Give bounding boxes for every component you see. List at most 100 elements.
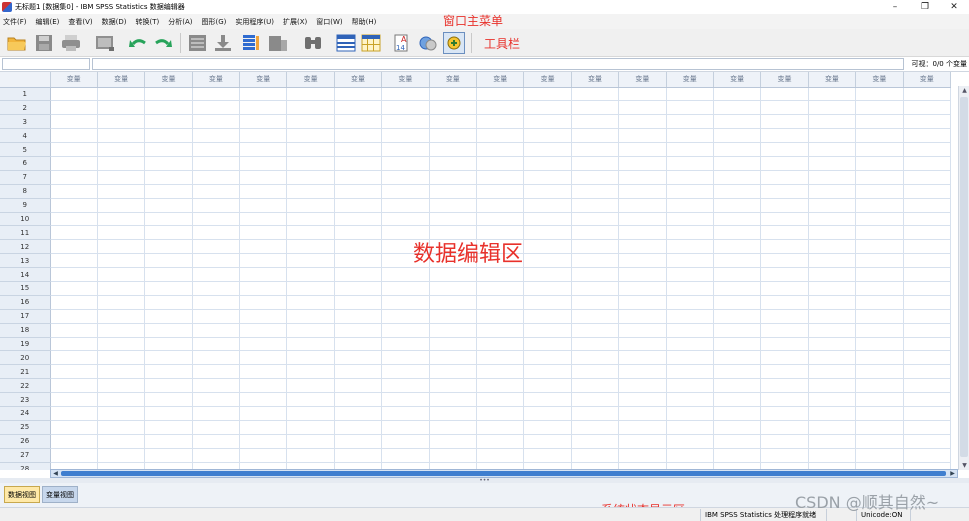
data-cell[interactable]	[855, 378, 904, 394]
data-cell[interactable]	[192, 281, 241, 296]
data-cell[interactable]	[239, 434, 288, 449]
data-cell[interactable]	[713, 378, 762, 394]
row-number[interactable]: 14	[0, 267, 51, 282]
column-header[interactable]: 变量	[571, 72, 620, 88]
data-cell[interactable]	[523, 350, 572, 366]
data-cell[interactable]	[381, 295, 430, 310]
data-cell[interactable]	[666, 212, 714, 227]
find-icon[interactable]	[302, 32, 324, 54]
data-cell[interactable]	[97, 448, 146, 463]
column-header[interactable]: 变量	[523, 72, 572, 88]
row-number[interactable]: 13	[0, 253, 51, 269]
data-cell[interactable]	[618, 364, 667, 380]
data-cell[interactable]	[713, 198, 762, 213]
data-cell[interactable]	[523, 337, 572, 352]
data-cell[interactable]	[476, 212, 525, 227]
data-cell[interactable]	[429, 114, 478, 130]
data-cell[interactable]	[381, 350, 430, 366]
data-cell[interactable]	[808, 100, 857, 116]
menu-view[interactable]: 查看(V)	[65, 17, 98, 27]
data-cell[interactable]	[50, 281, 98, 296]
data-cell[interactable]	[903, 420, 951, 435]
data-cell[interactable]	[855, 198, 904, 213]
data-cell[interactable]	[523, 378, 572, 394]
data-cell[interactable]	[523, 225, 572, 241]
data-cell[interactable]	[334, 364, 383, 380]
menu-file[interactable]: 文件(F)	[0, 17, 33, 27]
data-cell[interactable]	[476, 337, 525, 352]
data-cell[interactable]	[381, 184, 430, 199]
data-cell[interactable]	[713, 253, 762, 269]
data-cell[interactable]	[666, 100, 714, 116]
row-number[interactable]: 12	[0, 239, 51, 255]
data-cell[interactable]	[286, 378, 335, 394]
data-cell[interactable]	[381, 100, 430, 116]
data-cell[interactable]	[523, 128, 572, 144]
data-cell[interactable]	[50, 295, 98, 310]
data-cell[interactable]	[713, 350, 762, 366]
row-number[interactable]: 27	[0, 448, 51, 463]
data-cell[interactable]	[903, 87, 951, 102]
data-cell[interactable]	[239, 337, 288, 352]
data-cell[interactable]	[381, 156, 430, 171]
column-header[interactable]: 变量	[618, 72, 667, 88]
data-cell[interactable]	[666, 170, 714, 185]
data-cell[interactable]	[855, 434, 904, 449]
data-cell[interactable]	[903, 295, 951, 310]
data-cell[interactable]	[618, 184, 667, 199]
data-cell[interactable]	[666, 392, 714, 407]
data-cell[interactable]	[760, 267, 809, 282]
data-cell[interactable]	[808, 337, 857, 352]
data-cell[interactable]	[808, 281, 857, 296]
data-cell[interactable]	[903, 281, 951, 296]
scroll-up-arrow-icon[interactable]: ▲	[959, 86, 969, 95]
data-cell[interactable]	[192, 267, 241, 282]
data-cell[interactable]	[666, 337, 714, 352]
column-header[interactable]: 变量	[144, 72, 193, 88]
data-cell[interactable]	[571, 128, 620, 144]
data-cell[interactable]	[286, 87, 335, 102]
data-cell[interactable]	[429, 420, 478, 435]
data-cell[interactable]	[192, 100, 241, 116]
data-cell[interactable]	[192, 253, 241, 269]
data-cell[interactable]	[903, 212, 951, 227]
data-cell[interactable]	[523, 198, 572, 213]
data-cell[interactable]	[476, 378, 525, 394]
row-number[interactable]: 25	[0, 420, 51, 435]
data-cell[interactable]	[144, 378, 193, 394]
data-cell[interactable]	[760, 323, 809, 338]
data-cell[interactable]	[618, 434, 667, 449]
data-cell[interactable]	[855, 309, 904, 324]
data-cell[interactable]	[239, 309, 288, 324]
data-cell[interactable]	[429, 142, 478, 157]
data-cell[interactable]	[808, 142, 857, 157]
data-cell[interactable]	[192, 184, 241, 199]
data-cell[interactable]	[713, 323, 762, 338]
column-header[interactable]: 变量	[760, 72, 809, 88]
row-number[interactable]: 5	[0, 142, 51, 157]
data-cell[interactable]	[381, 309, 430, 324]
data-cell[interactable]	[97, 156, 146, 171]
row-number[interactable]: 19	[0, 337, 51, 352]
data-cell[interactable]	[618, 295, 667, 310]
data-cell[interactable]	[429, 350, 478, 366]
data-cell[interactable]	[571, 392, 620, 407]
data-cell[interactable]	[334, 198, 383, 213]
data-cell[interactable]	[855, 364, 904, 380]
data-cell[interactable]	[239, 239, 288, 255]
data-cell[interactable]	[760, 281, 809, 296]
data-cell[interactable]	[381, 87, 430, 102]
data-cell[interactable]	[808, 350, 857, 366]
row-number[interactable]: 24	[0, 406, 51, 421]
data-cell[interactable]	[97, 378, 146, 394]
redo-icon[interactable]	[152, 32, 174, 54]
data-cell[interactable]	[808, 378, 857, 394]
data-cell[interactable]	[429, 128, 478, 144]
data-cell[interactable]	[760, 156, 809, 171]
data-cell[interactable]	[855, 337, 904, 352]
data-cell[interactable]	[239, 212, 288, 227]
data-cell[interactable]	[855, 406, 904, 421]
row-number[interactable]: 10	[0, 212, 51, 227]
data-cell[interactable]	[381, 114, 430, 130]
data-cell[interactable]	[571, 295, 620, 310]
